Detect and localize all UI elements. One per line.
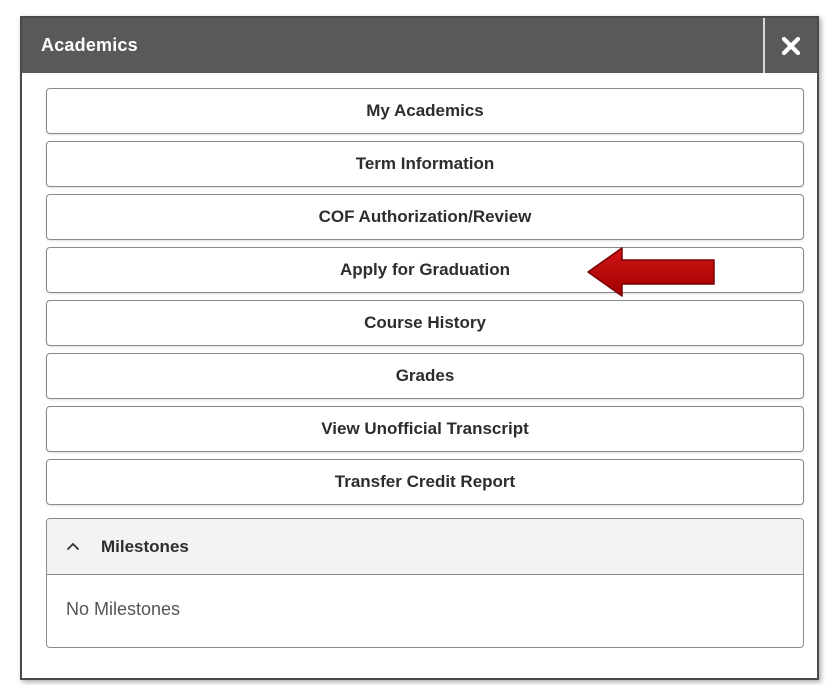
milestones-body: No Milestones [47,575,803,647]
my-academics-button[interactable]: My Academics [46,88,804,134]
left-arrow-icon [587,247,715,297]
close-button[interactable] [763,18,817,73]
transfer-credit-report-button[interactable]: Transfer Credit Report [46,459,804,505]
term-information-button[interactable]: Term Information [46,141,804,187]
milestones-toggle[interactable]: Milestones [47,519,803,575]
course-history-button[interactable]: Course History [46,300,804,346]
academics-panel: Academics My Academics Term Information … [20,16,819,680]
milestones-section: Milestones No Milestones [46,518,804,648]
cof-authorization-review-button[interactable]: COF Authorization/Review [46,194,804,240]
no-milestones-text: No Milestones [66,599,181,619]
chevron-up-icon [67,543,79,550]
grades-button[interactable]: Grades [46,353,804,399]
view-unofficial-transcript-button[interactable]: View Unofficial Transcript [46,406,804,452]
panel-header: Academics [22,18,817,73]
academics-menu: My Academics Term Information COF Author… [46,88,804,512]
milestones-title: Milestones [101,537,189,556]
close-icon [781,36,801,55]
panel-title: Academics [41,35,138,55]
